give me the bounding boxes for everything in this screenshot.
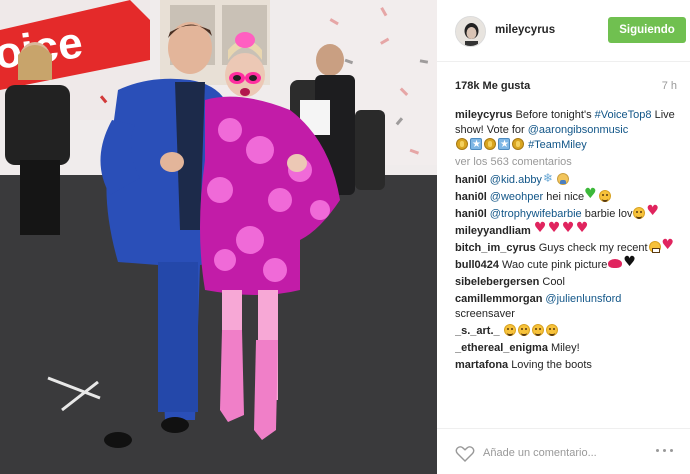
comment-username[interactable]: _ethereal_enigma	[455, 342, 548, 354]
comment-text: barbie lov	[581, 208, 633, 220]
comment-row: hani0l @kid.abby	[455, 171, 677, 188]
comment-text: screensaver	[455, 308, 515, 320]
comment-row: camillemmorgan @julienlunsford screensave…	[455, 292, 677, 322]
emoji-face-icon	[545, 324, 558, 336]
avatar-image	[456, 17, 485, 46]
post-time[interactable]: 7 h	[662, 80, 677, 92]
likes-row: 178k Me gusta 7 h	[455, 80, 677, 94]
comment-row: _ethereal_enigma Miley!	[455, 341, 677, 356]
post-header: mileycyrus Siguiendo	[437, 0, 690, 62]
comment-username[interactable]: mileyyandliam	[455, 225, 531, 237]
emoji-person-icon	[556, 173, 569, 185]
comment-text: Guys check my recent	[538, 242, 648, 254]
comment-username[interactable]: bitch_im_cyrus	[455, 242, 536, 254]
owner-username[interactable]: mileycyrus	[495, 24, 555, 36]
emoji-black-heart-icon	[623, 255, 636, 270]
comment-username[interactable]: hani0l	[455, 174, 487, 186]
emoji-face-icon	[599, 190, 612, 202]
star-emoji-icon	[470, 137, 482, 152]
comment-username[interactable]: hani0l	[455, 191, 487, 203]
emoji-snow-icon	[543, 171, 555, 186]
emoji-heart-icon	[662, 238, 675, 253]
add-comment-input[interactable]	[483, 443, 643, 463]
comment-username[interactable]: _s._art._	[455, 325, 500, 337]
comment-text: Wao cute pink picture	[502, 259, 608, 271]
coin-emoji-icon	[456, 138, 468, 150]
post-photo[interactable]: oice	[0, 0, 437, 474]
caption-hashtag-voicetop8[interactable]: #VoiceTop8	[595, 109, 652, 121]
comment-username[interactable]: camillemmorgan	[455, 293, 542, 305]
emoji-heart-icon	[534, 221, 547, 236]
comment-text: Miley!	[550, 342, 580, 354]
comment-row: mileyyandliam	[455, 221, 677, 239]
caption-mention-aarongibsonmusic[interactable]: @aarongibsonmusic	[528, 124, 628, 136]
caption: mileycyrus Before tonight's #VoiceTop8 Li…	[455, 108, 677, 153]
comment-mention-link[interactable]: @trophywifebarbie	[490, 208, 582, 220]
comment-row: hani0l @weohper hei nice	[455, 187, 677, 205]
view-all-comments-link[interactable]: ver los 563 comentarios	[455, 155, 677, 170]
comment-mention-link[interactable]: @weohper	[490, 191, 543, 203]
comment-row: bitch_im_cyrus Guys check my recent	[455, 238, 677, 256]
emoji-heart-icon	[646, 204, 659, 219]
emoji-face-icon	[531, 324, 544, 336]
comment-bar	[437, 428, 690, 474]
emoji-heart-icon	[548, 221, 561, 236]
more-options-icon[interactable]	[656, 449, 674, 455]
comment-row: bull0424 Wao cute pink picture	[455, 255, 677, 273]
comment-username[interactable]: hani0l	[455, 208, 487, 220]
comment-username[interactable]: bull0424	[455, 259, 499, 271]
comment-text: Loving the boots	[511, 359, 592, 371]
coin-emoji-icon	[512, 138, 524, 150]
star-emoji-icon	[498, 137, 510, 152]
coin-emoji-icon	[484, 138, 496, 150]
emoji-lips-icon	[608, 259, 623, 268]
emoji-green-heart-icon	[584, 187, 597, 202]
emoji-face-icon	[503, 324, 516, 336]
emoji-face-icon	[633, 207, 646, 219]
comment-mention-link[interactable]: @julienlunsford	[545, 293, 621, 305]
avatar-icon[interactable]	[455, 16, 486, 47]
comment-text: hei nice	[543, 191, 585, 203]
comment-text: Cool	[542, 276, 565, 288]
comment-row: _s._art._	[455, 324, 677, 339]
caption-username[interactable]: mileycyrus	[455, 109, 512, 121]
comment-username[interactable]: martafona	[455, 359, 508, 371]
emoji-face-icon	[517, 324, 530, 336]
likes-count[interactable]: 178k Me gusta	[455, 80, 530, 92]
emoji-heart-icon	[562, 221, 575, 236]
caption-text-1: Before tonight's	[515, 109, 595, 121]
comments-list: mileycyrus Before tonight's #VoiceTop8 Li…	[455, 108, 677, 424]
heart-outline-icon[interactable]	[455, 445, 475, 463]
comment-mention-link[interactable]: @kid.abby	[490, 174, 542, 186]
emoji-heart-icon	[576, 221, 589, 236]
caption-hashtag-teammiley[interactable]: #TeamMiley	[528, 139, 587, 151]
emoji-grimace-icon	[648, 241, 661, 253]
following-button[interactable]: Siguiendo	[608, 17, 686, 43]
photo-illustration: oice	[0, 0, 437, 474]
comment-row: sibelebergersen Cool	[455, 275, 677, 290]
comment-row: martafona Loving the boots	[455, 358, 677, 373]
comment-username[interactable]: sibelebergersen	[455, 276, 539, 288]
post-details-panel: mileycyrus Siguiendo 178k Me gusta 7 h m…	[437, 0, 690, 474]
